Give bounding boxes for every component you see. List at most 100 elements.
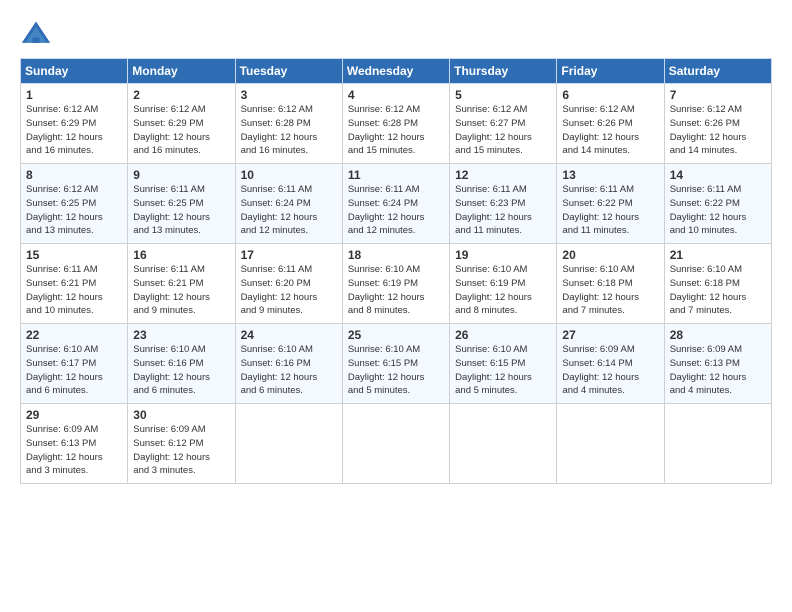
day-info: Sunrise: 6:10 AM Sunset: 6:18 PM Dayligh… bbox=[670, 263, 766, 318]
day-number: 4 bbox=[348, 88, 444, 102]
week-row-1: 1Sunrise: 6:12 AM Sunset: 6:29 PM Daylig… bbox=[21, 84, 772, 164]
day-info: Sunrise: 6:10 AM Sunset: 6:18 PM Dayligh… bbox=[562, 263, 658, 318]
page: SundayMondayTuesdayWednesdayThursdayFrid… bbox=[0, 0, 792, 612]
day-cell-13: 13Sunrise: 6:11 AM Sunset: 6:22 PM Dayli… bbox=[557, 164, 664, 244]
day-cell-24: 24Sunrise: 6:10 AM Sunset: 6:16 PM Dayli… bbox=[235, 324, 342, 404]
day-info: Sunrise: 6:12 AM Sunset: 6:25 PM Dayligh… bbox=[26, 183, 122, 238]
day-info: Sunrise: 6:10 AM Sunset: 6:19 PM Dayligh… bbox=[455, 263, 551, 318]
day-info: Sunrise: 6:11 AM Sunset: 6:25 PM Dayligh… bbox=[133, 183, 229, 238]
day-info: Sunrise: 6:11 AM Sunset: 6:22 PM Dayligh… bbox=[562, 183, 658, 238]
day-cell-15: 15Sunrise: 6:11 AM Sunset: 6:21 PM Dayli… bbox=[21, 244, 128, 324]
logo-icon bbox=[20, 18, 52, 50]
day-info: Sunrise: 6:09 AM Sunset: 6:13 PM Dayligh… bbox=[670, 343, 766, 398]
day-cell-28: 28Sunrise: 6:09 AM Sunset: 6:13 PM Dayli… bbox=[664, 324, 771, 404]
weekday-header-row: SundayMondayTuesdayWednesdayThursdayFrid… bbox=[21, 59, 772, 84]
day-number: 20 bbox=[562, 248, 658, 262]
day-number: 14 bbox=[670, 168, 766, 182]
day-cell-26: 26Sunrise: 6:10 AM Sunset: 6:15 PM Dayli… bbox=[450, 324, 557, 404]
empty-cell bbox=[235, 404, 342, 484]
day-cell-27: 27Sunrise: 6:09 AM Sunset: 6:14 PM Dayli… bbox=[557, 324, 664, 404]
day-cell-2: 2Sunrise: 6:12 AM Sunset: 6:29 PM Daylig… bbox=[128, 84, 235, 164]
day-info: Sunrise: 6:12 AM Sunset: 6:28 PM Dayligh… bbox=[241, 103, 337, 158]
header bbox=[20, 18, 772, 50]
day-info: Sunrise: 6:11 AM Sunset: 6:24 PM Dayligh… bbox=[241, 183, 337, 238]
day-number: 3 bbox=[241, 88, 337, 102]
empty-cell bbox=[557, 404, 664, 484]
day-cell-6: 6Sunrise: 6:12 AM Sunset: 6:26 PM Daylig… bbox=[557, 84, 664, 164]
day-number: 17 bbox=[241, 248, 337, 262]
weekday-header-monday: Monday bbox=[128, 59, 235, 84]
day-number: 23 bbox=[133, 328, 229, 342]
day-number: 22 bbox=[26, 328, 122, 342]
day-cell-20: 20Sunrise: 6:10 AM Sunset: 6:18 PM Dayli… bbox=[557, 244, 664, 324]
week-row-5: 29Sunrise: 6:09 AM Sunset: 6:13 PM Dayli… bbox=[21, 404, 772, 484]
day-info: Sunrise: 6:11 AM Sunset: 6:21 PM Dayligh… bbox=[26, 263, 122, 318]
day-number: 10 bbox=[241, 168, 337, 182]
day-number: 8 bbox=[26, 168, 122, 182]
logo bbox=[20, 18, 56, 50]
day-cell-29: 29Sunrise: 6:09 AM Sunset: 6:13 PM Dayli… bbox=[21, 404, 128, 484]
day-number: 15 bbox=[26, 248, 122, 262]
day-info: Sunrise: 6:11 AM Sunset: 6:24 PM Dayligh… bbox=[348, 183, 444, 238]
day-cell-5: 5Sunrise: 6:12 AM Sunset: 6:27 PM Daylig… bbox=[450, 84, 557, 164]
day-number: 27 bbox=[562, 328, 658, 342]
day-info: Sunrise: 6:09 AM Sunset: 6:13 PM Dayligh… bbox=[26, 423, 122, 478]
day-cell-22: 22Sunrise: 6:10 AM Sunset: 6:17 PM Dayli… bbox=[21, 324, 128, 404]
empty-cell bbox=[342, 404, 449, 484]
day-number: 16 bbox=[133, 248, 229, 262]
day-cell-8: 8Sunrise: 6:12 AM Sunset: 6:25 PM Daylig… bbox=[21, 164, 128, 244]
day-info: Sunrise: 6:11 AM Sunset: 6:20 PM Dayligh… bbox=[241, 263, 337, 318]
weekday-header-saturday: Saturday bbox=[664, 59, 771, 84]
day-cell-10: 10Sunrise: 6:11 AM Sunset: 6:24 PM Dayli… bbox=[235, 164, 342, 244]
day-number: 5 bbox=[455, 88, 551, 102]
day-info: Sunrise: 6:11 AM Sunset: 6:21 PM Dayligh… bbox=[133, 263, 229, 318]
week-row-2: 8Sunrise: 6:12 AM Sunset: 6:25 PM Daylig… bbox=[21, 164, 772, 244]
day-info: Sunrise: 6:12 AM Sunset: 6:29 PM Dayligh… bbox=[133, 103, 229, 158]
day-info: Sunrise: 6:10 AM Sunset: 6:15 PM Dayligh… bbox=[455, 343, 551, 398]
day-info: Sunrise: 6:12 AM Sunset: 6:29 PM Dayligh… bbox=[26, 103, 122, 158]
week-row-3: 15Sunrise: 6:11 AM Sunset: 6:21 PM Dayli… bbox=[21, 244, 772, 324]
day-cell-25: 25Sunrise: 6:10 AM Sunset: 6:15 PM Dayli… bbox=[342, 324, 449, 404]
day-number: 29 bbox=[26, 408, 122, 422]
day-cell-9: 9Sunrise: 6:11 AM Sunset: 6:25 PM Daylig… bbox=[128, 164, 235, 244]
day-info: Sunrise: 6:10 AM Sunset: 6:16 PM Dayligh… bbox=[241, 343, 337, 398]
day-number: 12 bbox=[455, 168, 551, 182]
day-number: 18 bbox=[348, 248, 444, 262]
day-cell-3: 3Sunrise: 6:12 AM Sunset: 6:28 PM Daylig… bbox=[235, 84, 342, 164]
week-row-4: 22Sunrise: 6:10 AM Sunset: 6:17 PM Dayli… bbox=[21, 324, 772, 404]
day-cell-30: 30Sunrise: 6:09 AM Sunset: 6:12 PM Dayli… bbox=[128, 404, 235, 484]
day-cell-21: 21Sunrise: 6:10 AM Sunset: 6:18 PM Dayli… bbox=[664, 244, 771, 324]
day-number: 30 bbox=[133, 408, 229, 422]
day-info: Sunrise: 6:10 AM Sunset: 6:17 PM Dayligh… bbox=[26, 343, 122, 398]
day-number: 2 bbox=[133, 88, 229, 102]
day-number: 1 bbox=[26, 88, 122, 102]
empty-cell bbox=[450, 404, 557, 484]
day-info: Sunrise: 6:11 AM Sunset: 6:23 PM Dayligh… bbox=[455, 183, 551, 238]
day-number: 11 bbox=[348, 168, 444, 182]
weekday-header-sunday: Sunday bbox=[21, 59, 128, 84]
day-number: 21 bbox=[670, 248, 766, 262]
day-info: Sunrise: 6:11 AM Sunset: 6:22 PM Dayligh… bbox=[670, 183, 766, 238]
day-cell-1: 1Sunrise: 6:12 AM Sunset: 6:29 PM Daylig… bbox=[21, 84, 128, 164]
day-cell-14: 14Sunrise: 6:11 AM Sunset: 6:22 PM Dayli… bbox=[664, 164, 771, 244]
day-cell-4: 4Sunrise: 6:12 AM Sunset: 6:28 PM Daylig… bbox=[342, 84, 449, 164]
weekday-header-tuesday: Tuesday bbox=[235, 59, 342, 84]
day-number: 24 bbox=[241, 328, 337, 342]
weekday-header-wednesday: Wednesday bbox=[342, 59, 449, 84]
day-number: 6 bbox=[562, 88, 658, 102]
weekday-header-friday: Friday bbox=[557, 59, 664, 84]
day-cell-18: 18Sunrise: 6:10 AM Sunset: 6:19 PM Dayli… bbox=[342, 244, 449, 324]
day-cell-16: 16Sunrise: 6:11 AM Sunset: 6:21 PM Dayli… bbox=[128, 244, 235, 324]
day-number: 7 bbox=[670, 88, 766, 102]
weekday-header-thursday: Thursday bbox=[450, 59, 557, 84]
day-info: Sunrise: 6:12 AM Sunset: 6:28 PM Dayligh… bbox=[348, 103, 444, 158]
day-info: Sunrise: 6:10 AM Sunset: 6:19 PM Dayligh… bbox=[348, 263, 444, 318]
day-number: 19 bbox=[455, 248, 551, 262]
day-info: Sunrise: 6:09 AM Sunset: 6:12 PM Dayligh… bbox=[133, 423, 229, 478]
day-cell-17: 17Sunrise: 6:11 AM Sunset: 6:20 PM Dayli… bbox=[235, 244, 342, 324]
day-cell-23: 23Sunrise: 6:10 AM Sunset: 6:16 PM Dayli… bbox=[128, 324, 235, 404]
day-number: 26 bbox=[455, 328, 551, 342]
day-info: Sunrise: 6:12 AM Sunset: 6:26 PM Dayligh… bbox=[562, 103, 658, 158]
empty-cell bbox=[664, 404, 771, 484]
calendar: SundayMondayTuesdayWednesdayThursdayFrid… bbox=[20, 58, 772, 484]
